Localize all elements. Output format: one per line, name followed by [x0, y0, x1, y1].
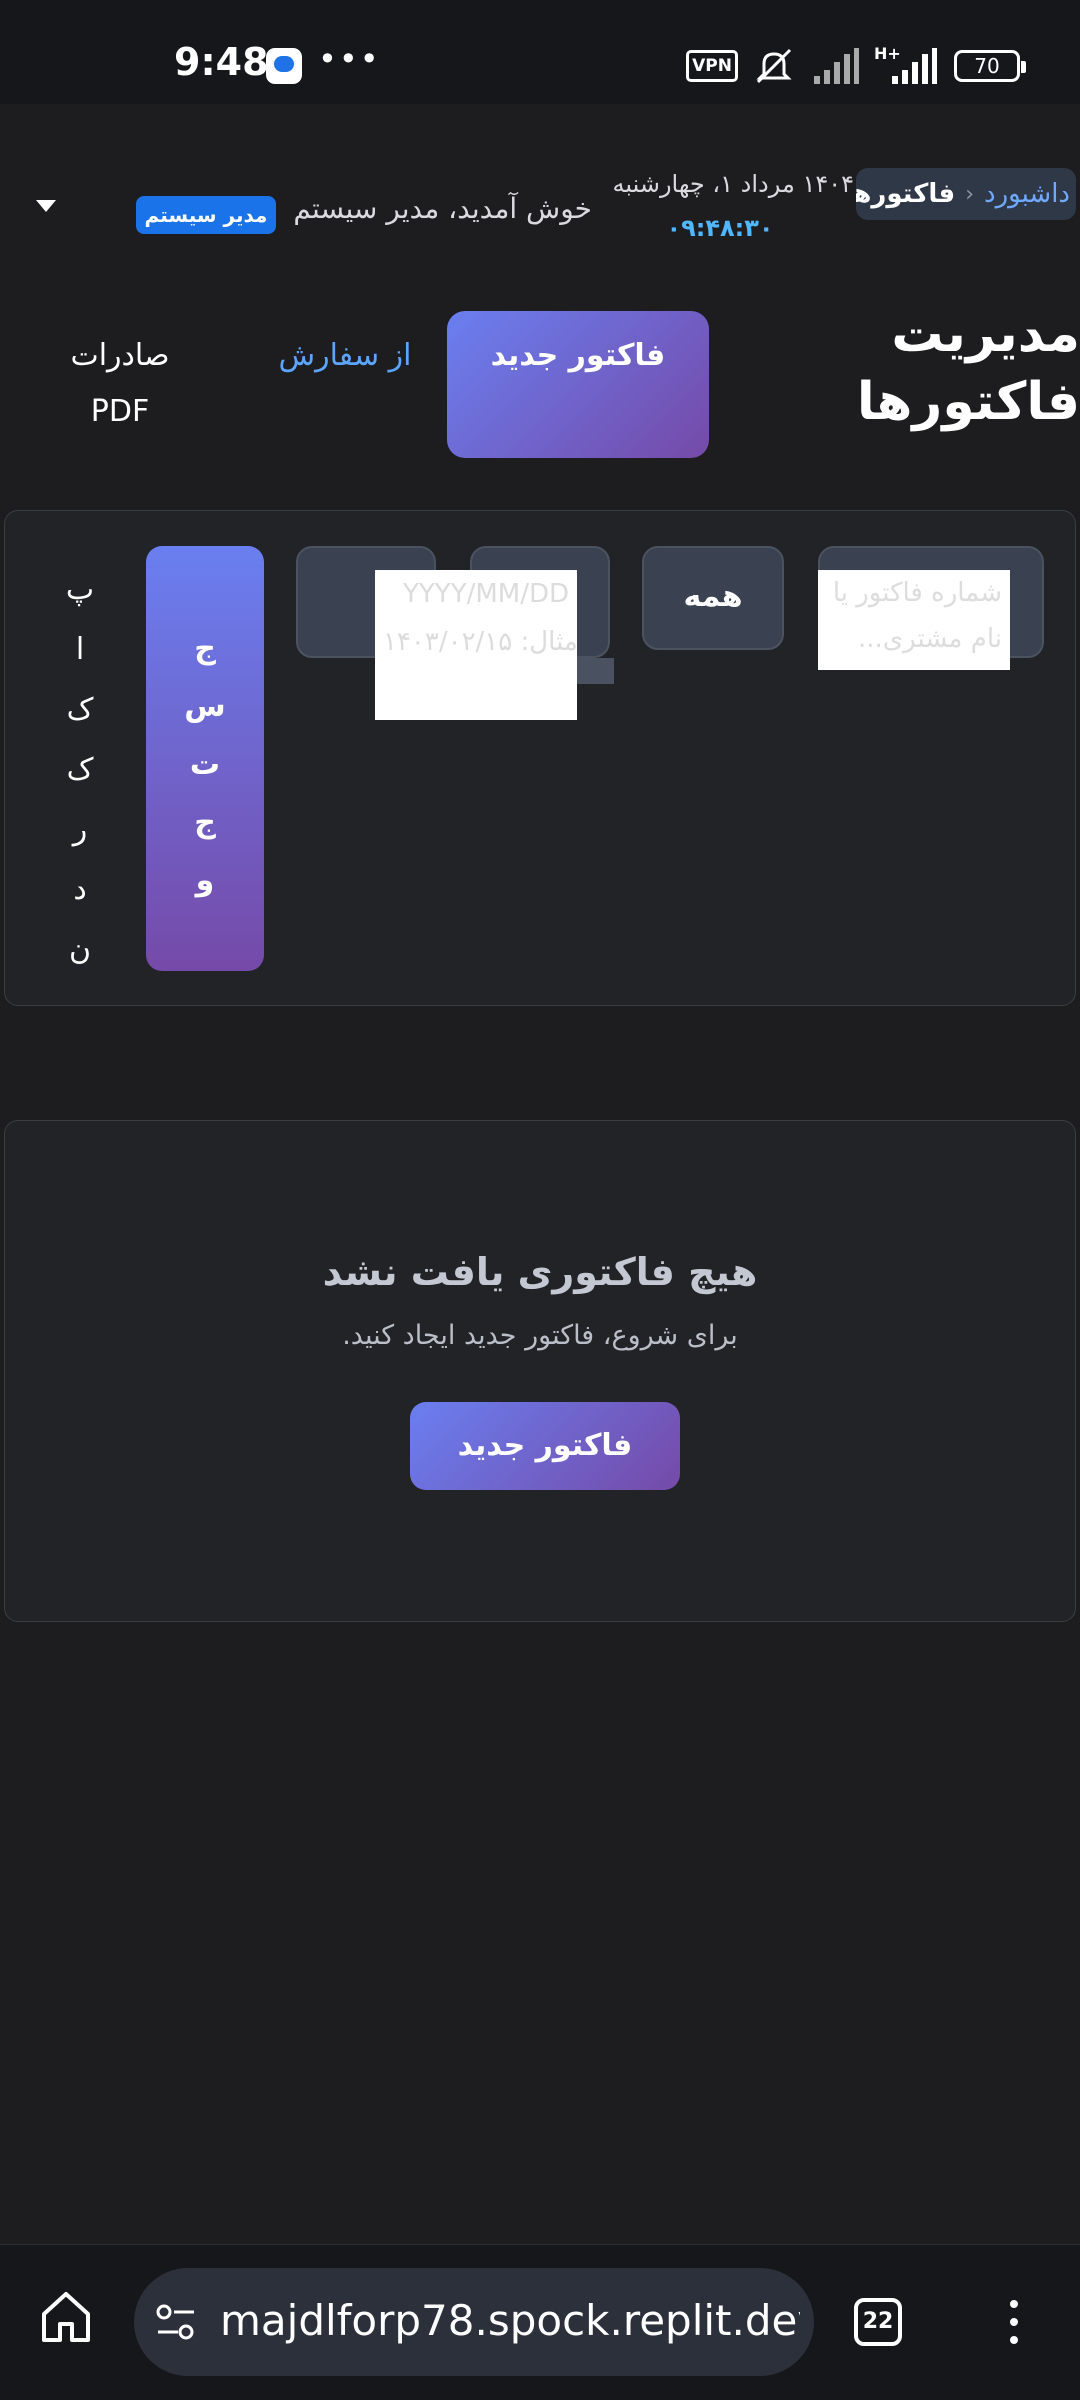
user-menu-dropdown-icon[interactable] [36, 200, 56, 212]
date-placeholder: YYYY/MM/DD [403, 579, 569, 609]
new-invoice-button[interactable]: فاکتور جدید [447, 311, 709, 458]
label-char: ک [66, 692, 94, 727]
label-char: د [73, 872, 87, 907]
signal-strength-icon [814, 48, 859, 84]
page-title: مدیریت فاکتورها [856, 304, 1080, 432]
clear-filters-button[interactable]: پاککردن [50, 560, 110, 980]
label-char: ت [189, 747, 221, 782]
label-char: ا [75, 632, 85, 667]
welcome-text: خوش آمدید، مدیر سیستم [293, 192, 592, 225]
signal-strength-icon [892, 48, 937, 84]
status-time: 9:48 [174, 40, 269, 84]
tabs-count-button[interactable]: 22 [854, 2298, 902, 2346]
label-char: ر [72, 812, 88, 847]
export-pdf-button[interactable]: صادرات PDF [40, 318, 200, 448]
current-date: ۱۴۰۴ مرداد ۱، چهارشنبه [612, 170, 855, 198]
empty-state-new-invoice-button[interactable]: فاکتور جدید [410, 1402, 680, 1490]
mute-icon [756, 48, 792, 84]
invoice-from-order-button[interactable]: از سفارش [270, 318, 420, 448]
home-icon[interactable] [40, 2290, 92, 2344]
label-char: س [184, 689, 226, 724]
breadcrumb-current: فاکتورها [856, 179, 956, 209]
battery-icon: 70 [954, 50, 1026, 82]
empty-state-subtitle: برای شروع، فاکتور جدید ایجاد کنید. [342, 1320, 738, 1351]
empty-state-title: هیچ فاکتوری یافت نشد [322, 1250, 758, 1294]
browser-menu-icon[interactable] [1004, 2298, 1024, 2346]
status-filter-select[interactable]: همه [642, 546, 784, 650]
breadcrumb-dashboard-link[interactable]: داشبورد [984, 179, 1070, 209]
breadcrumb: داشبورد ‹ فاکتورها [856, 168, 1076, 220]
label-char: ک [66, 752, 94, 787]
breadcrumb-separator: ‹ [965, 181, 974, 207]
label-char: ن [68, 932, 92, 967]
search-input-placeholder[interactable]: شماره فاکتور یا نام مشتری... [818, 570, 1010, 670]
current-time: ۰۹:۴۸:۳۰ [666, 214, 774, 242]
label-char: ج [194, 631, 216, 666]
message-notification-icon [266, 48, 302, 84]
label-char: پ [65, 572, 95, 607]
search-button-label[interactable]: جستجو [146, 620, 264, 910]
vpn-icon: VPN [686, 50, 738, 82]
more-notifications-icon: ••• [318, 40, 381, 78]
role-badge: مدیر سیستم [136, 196, 276, 234]
url-text[interactable]: majdlforp78.spock.replit.dev [220, 2296, 800, 2345]
site-settings-icon[interactable] [154, 2302, 198, 2342]
empty-state-card [4, 1120, 1076, 1622]
label-char: ج [194, 805, 216, 840]
label-char: و [195, 863, 215, 898]
date-example: مثال: ۱۴۰۳/۰۲/۱۵ [383, 627, 577, 657]
date-input-hint[interactable]: YYYY/MM/DD مثال: ۱۴۰۳/۰۲/۱۵ [375, 570, 577, 720]
